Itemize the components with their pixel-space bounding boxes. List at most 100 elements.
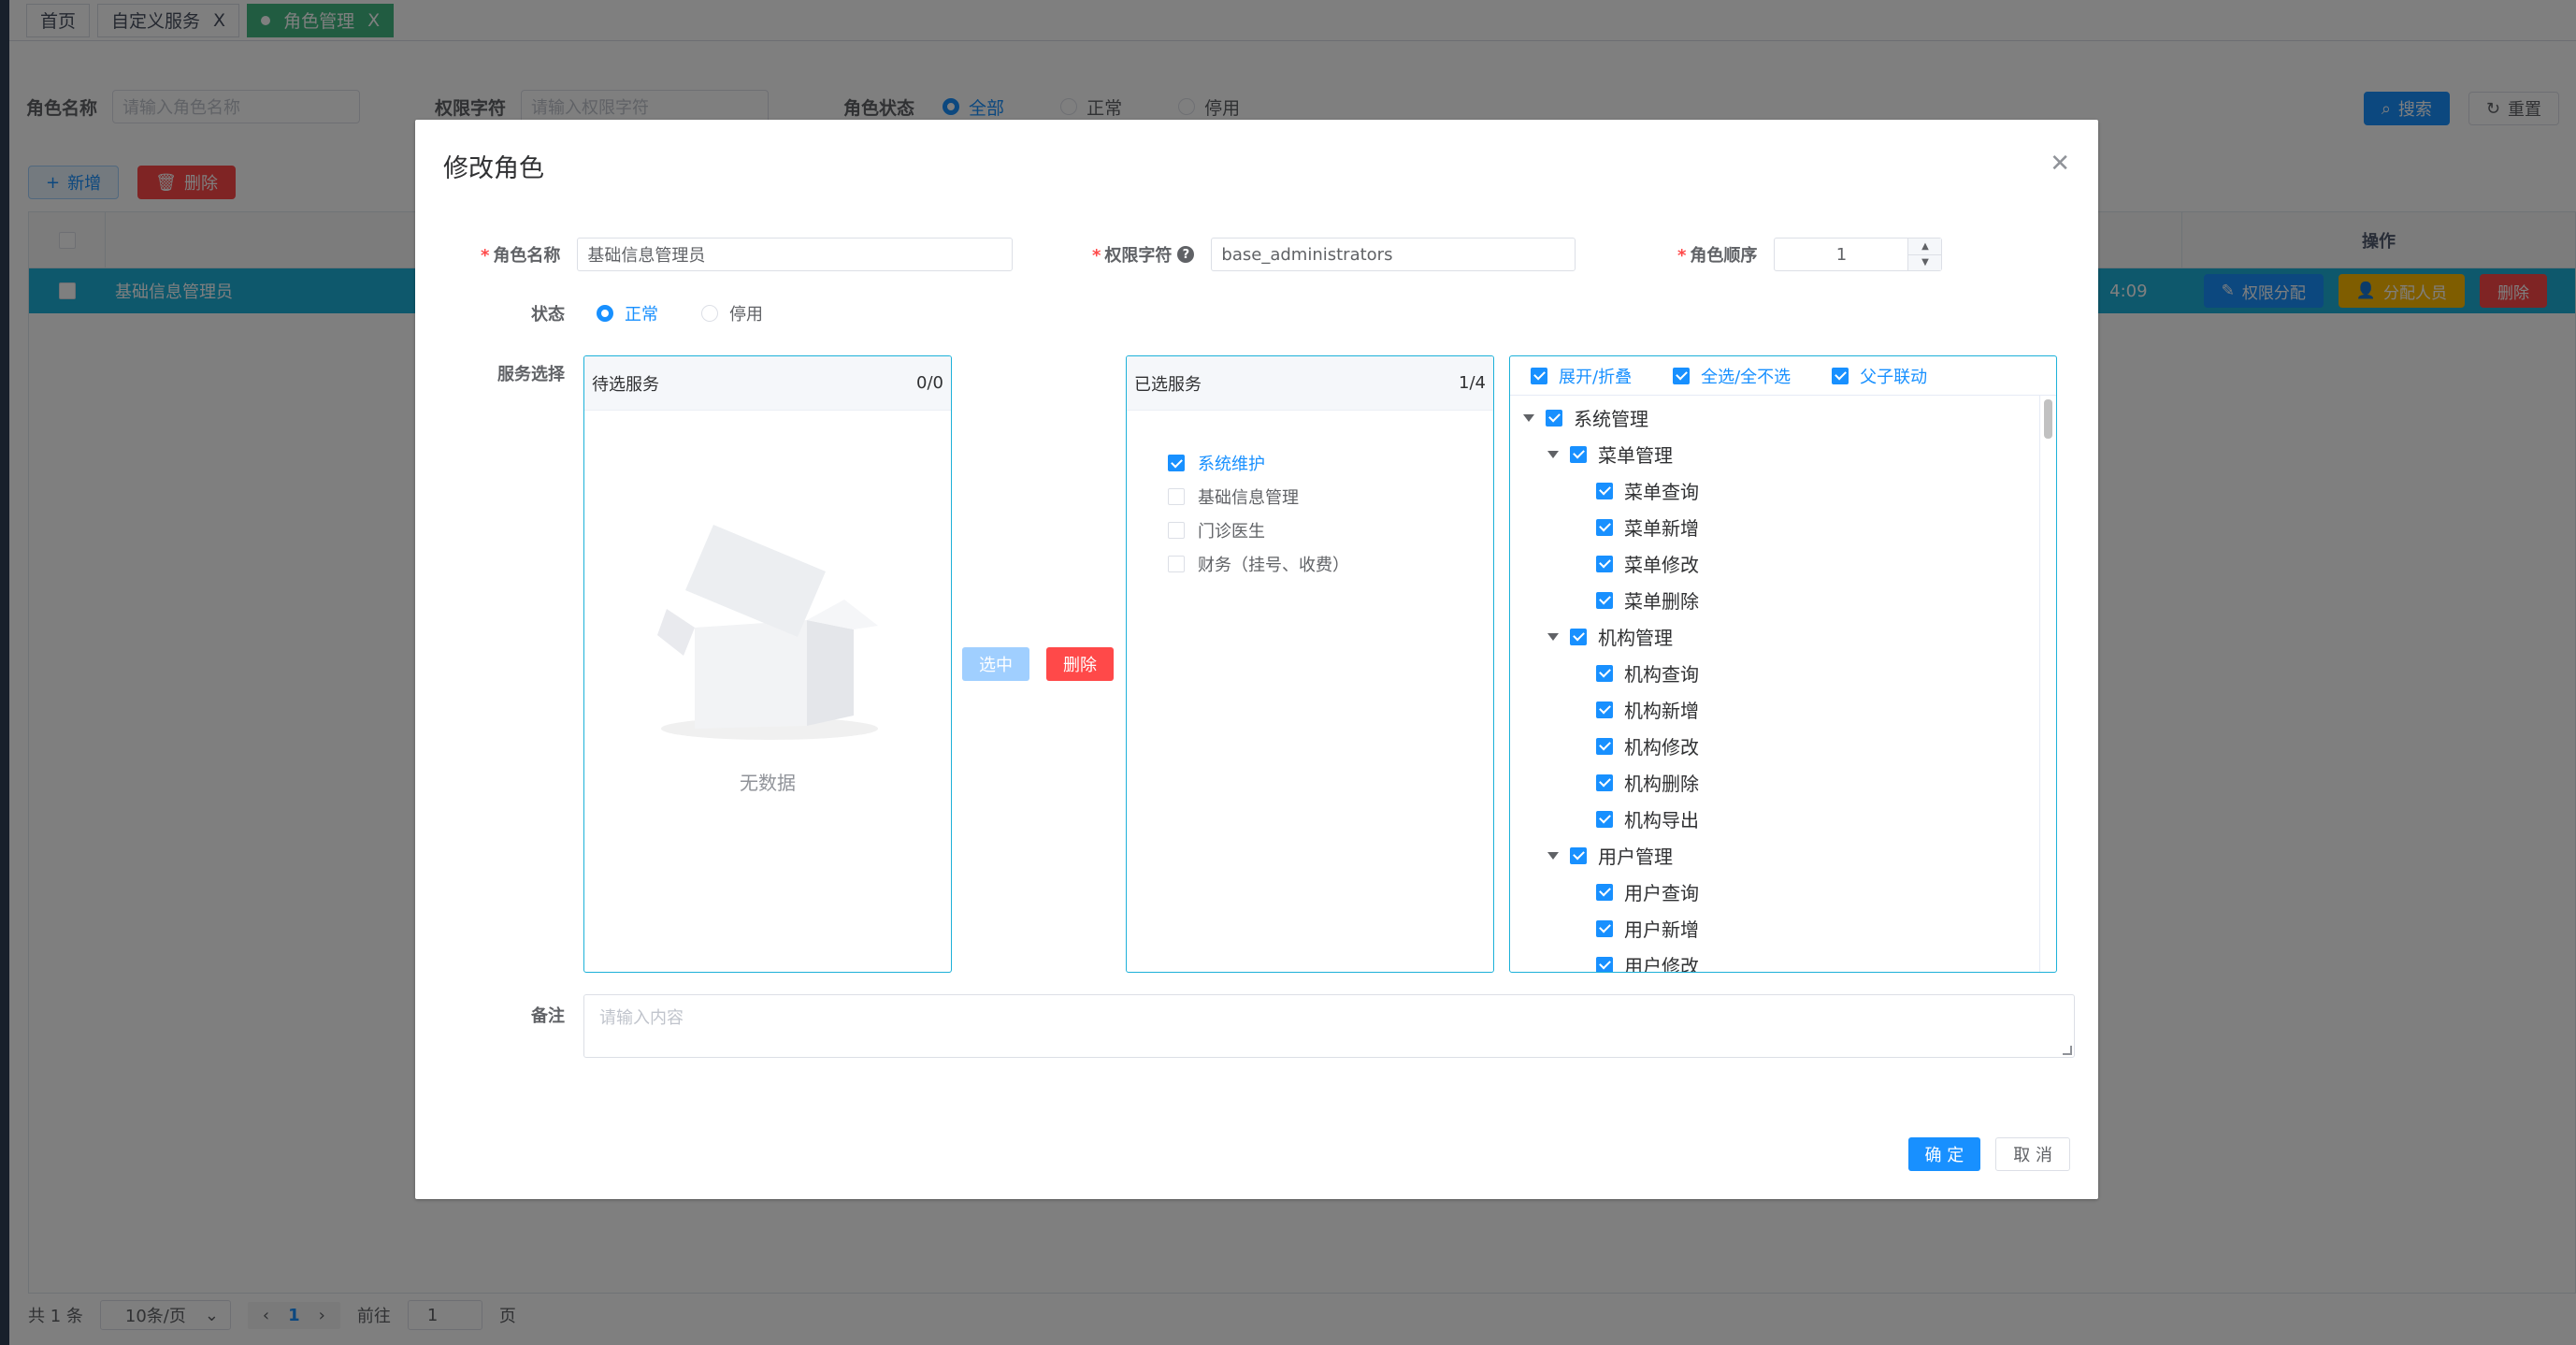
role-order-stepper[interactable]: 1 ▲ ▼ (1774, 238, 1943, 271)
list-item[interactable]: 基础信息管理 (1168, 480, 1493, 513)
remark-label: 备注 (531, 1006, 565, 1026)
caret-down-icon[interactable] (1547, 851, 1559, 860)
caret-down-icon[interactable] (1547, 450, 1559, 458)
service-select-label: 服务选择 (497, 365, 565, 384)
checkbox[interactable] (1596, 956, 1613, 972)
tree-node-label: 机构删除 (1624, 773, 1699, 795)
edit-role-dialog: 修改角色 ✕ * 角色名称 基础信息管理员 * 权限字符 ? base_admini… (415, 120, 2098, 1199)
close-icon[interactable]: ✕ (2050, 152, 2070, 176)
checkbox[interactable] (1596, 774, 1613, 791)
remove-button[interactable]: 删除 (1046, 647, 1114, 681)
tree-node[interactable]: 用户查询 (1510, 874, 2039, 910)
checkbox[interactable] (1832, 367, 1849, 384)
parent-child-link-option[interactable]: 父子联动 (1832, 364, 1927, 388)
tree-node-label: 菜单删除 (1624, 590, 1699, 613)
stepper-value: 1 (1835, 244, 1848, 265)
checkbox[interactable] (1596, 810, 1613, 828)
permission-tree: 系统管理菜单管理菜单查询菜单新增 菜单修改菜单删除机构管理机构查询机构新增机构修改… (1510, 396, 2039, 972)
tree-node-label: 菜单管理 (1598, 444, 1673, 467)
checkbox[interactable] (1596, 883, 1613, 901)
resize-handle-icon[interactable] (2063, 1046, 2072, 1055)
tree-node-label: 机构导出 (1624, 809, 1699, 832)
select-all-option[interactable]: 全选/全不选 (1673, 364, 1791, 388)
scrollbar[interactable] (2039, 396, 2056, 972)
item-label: 门诊医生 (1198, 522, 1265, 542)
checkbox[interactable] (1673, 367, 1691, 384)
checkbox[interactable] (1546, 409, 1562, 427)
checkbox[interactable] (1596, 518, 1613, 536)
textarea-placeholder: 请输入内容 (599, 1008, 684, 1028)
cancel-button[interactable]: 取 消 (1995, 1137, 2070, 1171)
checkbox[interactable] (1570, 445, 1587, 463)
confirm-button[interactable]: 确 定 (1907, 1137, 1981, 1171)
tree-node[interactable]: 菜单修改 (1510, 545, 2039, 582)
list-item[interactable]: 财务（挂号、收费） (1168, 547, 1493, 581)
item-label: 系统维护 (1198, 455, 1265, 474)
panel-count: 0/0 (916, 373, 943, 393)
panel-title: 待选服务 (592, 374, 659, 395)
checkbox[interactable] (1168, 455, 1185, 471)
checkbox[interactable] (1596, 919, 1613, 937)
status-radio-disabled[interactable]: 停用 (701, 301, 763, 325)
tree-node-label: 用户新增 (1624, 918, 1699, 941)
tree-node[interactable]: 机构管理 (1510, 618, 2039, 655)
radio-icon (701, 305, 718, 322)
tree-node[interactable]: 机构查询 (1510, 655, 2039, 691)
tree-node[interactable]: 机构新增 (1510, 691, 2039, 728)
checkbox[interactable] (1596, 482, 1613, 499)
tree-node[interactable]: 用户修改 (1510, 947, 2039, 972)
checkbox[interactable] (1570, 628, 1587, 645)
list-item[interactable]: 系统维护 (1168, 446, 1493, 480)
checkbox[interactable] (1596, 737, 1613, 755)
chevron-down-icon[interactable]: ▼ (1908, 254, 1942, 270)
tree-node[interactable]: 机构导出 (1510, 801, 2039, 837)
tree-node-label: 机构新增 (1624, 700, 1699, 722)
role-key-input[interactable]: base_administrators (1211, 238, 1576, 271)
checkbox[interactable] (1168, 488, 1185, 505)
checkbox[interactable] (1531, 367, 1547, 384)
tree-node-label: 用户修改 (1624, 955, 1699, 972)
checkbox[interactable] (1596, 701, 1613, 718)
checkbox[interactable] (1168, 556, 1185, 572)
radio-icon (597, 305, 613, 322)
tree-node[interactable]: 机构删除 (1510, 764, 2039, 801)
list-item[interactable]: 门诊医生 (1168, 513, 1493, 547)
radio-label: 停用 (729, 305, 763, 325)
status-radio-normal[interactable]: 正常 (597, 301, 658, 325)
selected-services-panel: 已选服务 1/4 系统维护 基础信息管理 门诊医生 财务（挂号、收费） (1126, 355, 1494, 973)
option-label: 展开/折叠 (1559, 367, 1633, 387)
status-label: 状态 (531, 305, 565, 325)
tree-node[interactable]: 用户新增 (1510, 910, 2039, 947)
checkbox[interactable] (1168, 522, 1185, 539)
checkbox[interactable] (1596, 555, 1613, 572)
tree-node-label: 用户管理 (1598, 846, 1673, 868)
option-label: 父子联动 (1860, 367, 1928, 387)
tree-node-label: 菜单查询 (1624, 481, 1699, 503)
question-icon[interactable]: ? (1177, 246, 1195, 263)
checkbox[interactable] (1596, 664, 1613, 682)
remark-textarea[interactable]: 请输入内容 (583, 994, 2075, 1058)
panel-count: 1/4 (1459, 373, 1486, 393)
select-button[interactable]: 选中 (962, 647, 1029, 681)
tree-node[interactable]: 用户管理 (1510, 837, 2039, 874)
tree-node[interactable]: 菜单删除 (1510, 582, 2039, 618)
tree-node-label: 机构查询 (1624, 663, 1699, 686)
tree-node[interactable]: 机构修改 (1510, 728, 2039, 764)
expand-collapse-option[interactable]: 展开/折叠 (1531, 364, 1632, 388)
caret-down-icon[interactable] (1547, 632, 1559, 641)
panel-header: 已选服务 1/4 (1127, 356, 1493, 411)
tree-node-label: 机构修改 (1624, 736, 1699, 759)
panel-title: 已选服务 (1134, 374, 1202, 395)
tree-node[interactable]: 菜单查询 (1510, 472, 2039, 509)
checkbox[interactable] (1570, 846, 1587, 864)
role-name-input[interactable]: 基础信息管理员 (577, 238, 1014, 271)
tree-node[interactable]: 菜单新增 (1510, 509, 2039, 545)
tree-node-label: 用户查询 (1624, 882, 1699, 904)
empty-box-icon (657, 525, 878, 740)
checkbox[interactable] (1596, 591, 1613, 609)
tree-node[interactable]: 系统管理 (1510, 399, 2039, 436)
tree-node[interactable]: 菜单管理 (1510, 436, 2039, 472)
chevron-up-icon[interactable]: ▲ (1908, 239, 1942, 255)
scrollbar-thumb[interactable] (2044, 399, 2052, 439)
caret-down-icon[interactable] (1523, 413, 1534, 422)
